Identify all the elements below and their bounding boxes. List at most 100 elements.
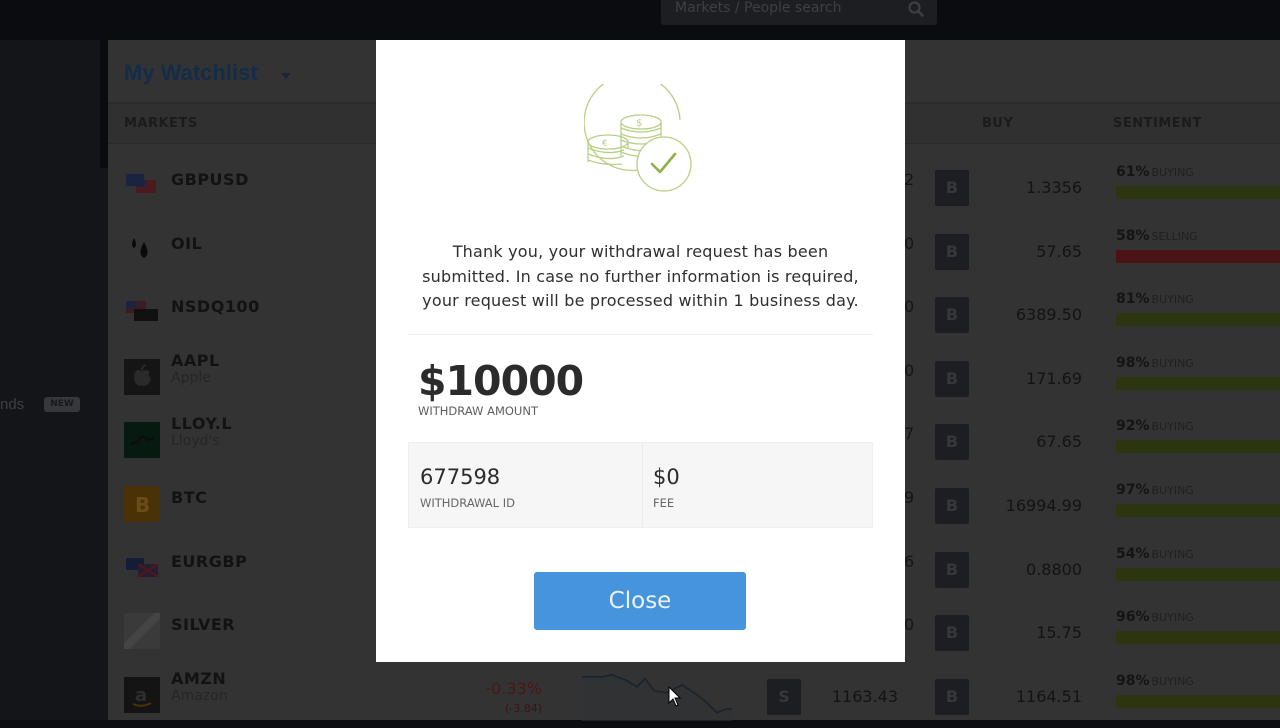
price-sparkline [582,673,732,721]
buy-button[interactable]: B [935,679,969,715]
svg-text:€: € [602,139,608,149]
sell-price: 1163.43 [831,687,898,706]
market-name: Apple [171,370,211,386]
sentiment-label: 92% BUYING [1116,418,1194,434]
buy-price: 1.3356 [1026,178,1082,197]
top-bar: Markets / People search [0,0,1280,40]
sentiment-label: 96% BUYING [1116,609,1194,625]
market-name: Amazon [171,688,228,704]
sentiment-percent: 81% [1116,291,1150,307]
divider [408,334,873,335]
lloyds-logo-icon [124,422,160,458]
amazon-logo-icon: a [124,677,160,713]
sell-price: 0 [904,297,915,316]
app-root: Markets / People search nds NEW My Watch… [0,0,1280,721]
sentiment-percent: 54% [1116,546,1150,562]
chevron-down-icon[interactable] [281,73,291,79]
new-badge: NEW [44,397,80,412]
sentiment-direction: BUYING [1151,293,1194,306]
sentiment-percent: 97% [1116,482,1150,498]
sentiment-label: 58% SELLING [1116,228,1198,244]
search-box[interactable]: Markets / People search [661,0,937,25]
sentiment-percent: 61% [1116,164,1150,180]
mouse-cursor-icon [668,686,682,707]
close-button[interactable]: Close [534,572,746,630]
buy-button[interactable]: B [935,234,969,270]
buy-button[interactable]: B [935,488,969,524]
buy-button[interactable]: B [935,424,969,460]
sentiment-direction: BUYING [1151,357,1194,370]
bitcoin-icon: B [124,486,160,522]
buy-button[interactable]: B [935,615,969,651]
sentiment-bar [1116,695,1280,708]
market-symbol[interactable]: EURGBP [171,552,247,571]
svg-text:B: B [135,493,150,517]
sentiment-bar [1116,440,1280,453]
withdrawal-id-label: WITHDRAWAL ID [420,496,515,510]
column-header-buy[interactable]: BUY [982,116,1013,131]
column-header-sentiment[interactable]: SENTIMENT [1113,116,1202,131]
sentiment-bar [1116,568,1280,581]
sentiment-label: 81% BUYING [1116,291,1194,307]
gbp-usd-flag-icon [124,168,160,204]
buy-price: 16994.99 [1005,496,1082,515]
buy-button[interactable]: B [935,297,969,333]
coins-check-icon: $ € [584,84,692,192]
market-symbol[interactable]: AMZN [171,669,226,688]
sentiment-label: 97% BUYING [1116,482,1194,498]
svg-text:a: a [135,685,147,706]
sentiment-percent: 98% [1116,673,1150,689]
buy-button[interactable]: B [935,552,969,588]
watchlist-title[interactable]: My Watchlist [124,60,258,86]
sentiment-bar [1116,377,1280,390]
withdraw-amount-label: WITHDRAW AMOUNT [418,404,538,418]
nav-divider [100,40,108,168]
sell-price: 0 [904,615,915,634]
buy-price: 15.75 [1036,623,1082,642]
sentiment-direction: BUYING [1151,611,1194,624]
sentiment-direction: BUYING [1151,675,1194,688]
usa-flag-icon [124,295,160,331]
market-symbol[interactable]: SILVER [171,615,235,634]
buy-button[interactable]: B [935,170,969,206]
buy-button[interactable]: B [935,361,969,397]
sentiment-percent: 98% [1116,355,1150,371]
sentiment-bar [1116,313,1280,326]
sentiment-bar [1116,250,1280,263]
search-icon[interactable] [907,0,925,18]
change-percent: -0.33% [485,679,542,698]
sentiment-bar [1116,631,1280,644]
market-symbol[interactable]: BTC [171,488,207,507]
fee-label: FEE [653,496,675,510]
market-symbol[interactable]: NSDQ100 [171,297,260,316]
details-divider [642,443,643,527]
buy-price: 6389.50 [1015,305,1082,324]
search-input[interactable]: Markets / People search [675,0,842,16]
sentiment-label: 54% BUYING [1116,546,1194,562]
sentiment-bar [1116,504,1280,517]
buy-price: 57.65 [1036,242,1082,261]
sentiment-percent: 92% [1116,418,1150,434]
table-row[interactable]: a AMZN Amazon -0.33% (-3.84) S 1163.43 B 1164.51… [108,665,1280,728]
sell-price: 0 [904,361,915,380]
fee-value: $0 [653,465,680,489]
change-absolute: (-3.84) [504,702,542,715]
market-symbol[interactable]: GBPUSD [171,170,249,189]
column-header-markets[interactable]: MARKETS [124,116,198,131]
sell-price: 6 [904,552,915,571]
market-symbol[interactable]: OIL [171,234,202,253]
oil-drop-icon [124,232,160,268]
sell-price: 7 [904,424,915,443]
sentiment-percent: 96% [1116,609,1150,625]
sentiment-bar [1116,186,1280,199]
sentiment-direction: BUYING [1151,166,1194,179]
withdrawal-details: 677598 WITHDRAWAL ID $0 FEE [408,442,873,528]
sentiment-direction: BUYING [1151,420,1194,433]
market-symbol[interactable]: LLOY.L [171,414,232,433]
market-symbol[interactable]: AAPL [171,351,220,370]
apple-logo-icon [124,359,160,395]
svg-text:$: $ [636,118,642,129]
sentiment-label: 61% BUYING [1116,164,1194,180]
nav-item-label[interactable]: nds [0,396,24,413]
sentiment-label: 98% BUYING [1116,673,1194,689]
